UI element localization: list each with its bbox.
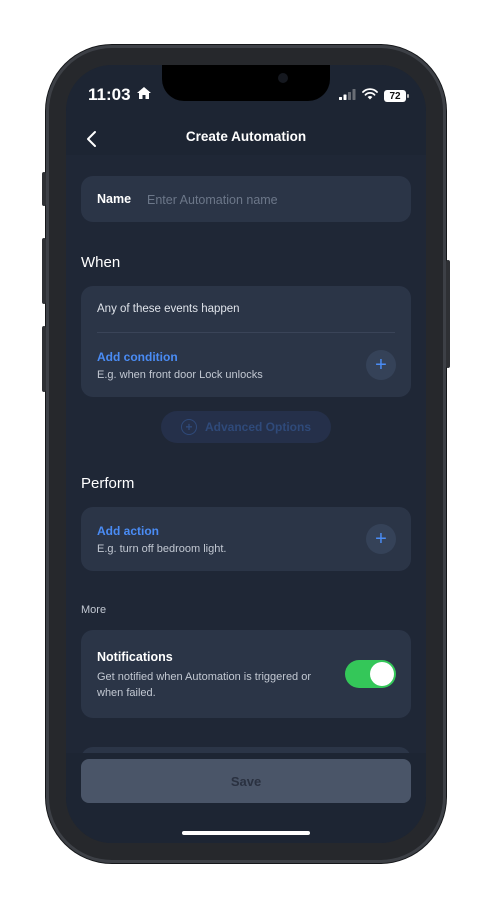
add-condition-link[interactable]: Add condition [97,350,178,364]
camera-icon [278,73,288,83]
notifications-card: Notifications Get notified when Automati… [81,630,411,718]
plus-circle-icon: + [180,419,197,435]
status-icons: 72 [339,87,409,105]
name-card: Name [81,176,411,222]
time-text: 11:03 [88,85,131,104]
action-hint: E.g. turn off bedroom light. [97,543,227,555]
notifications-description: Get notified when Automation is triggere… [97,671,312,699]
save-footer: Save [66,753,426,843]
divider [97,332,395,333]
perform-section-title: Perform [81,475,135,492]
add-condition-button[interactable]: + [366,350,396,380]
notifications-toggle[interactable] [345,660,396,688]
battery-icon: 72 [384,90,409,102]
automation-name-input[interactable] [145,188,399,212]
toggle-knob [370,662,394,686]
advanced-options-button[interactable]: + Advanced Options [161,411,331,443]
save-button[interactable]: Save [81,759,411,803]
volume-up-button [42,238,46,304]
main-content: Name When Any of these events happen Add… [66,155,426,843]
more-section-label: More [81,604,107,616]
phone-screen: 11:03 72 Create Automation Name Enter Au… [66,65,426,843]
signal-icon [339,87,356,105]
home-indicator [182,831,310,835]
perform-card: Add action E.g. turn off bedroom light. … [81,507,411,571]
silent-switch [42,172,46,206]
plus-icon: + [375,528,387,550]
page-title: Create Automation [185,129,307,144]
condition-hint: E.g. when front door Lock unlocks [97,369,263,381]
status-time: 11:03 [88,85,152,105]
events-mode-text[interactable]: Any of these events happen [97,303,240,315]
when-card: Any of these events happen Add condition… [81,286,411,397]
advanced-options-label: Advanced Options [204,420,311,434]
home-icon [136,85,152,105]
nav-bar: Create Automation [66,125,426,155]
notifications-title: Notifications [97,650,173,664]
volume-down-button [42,326,46,392]
status-bar: 11:03 72 [66,65,426,125]
when-section-title: When [81,254,121,271]
power-button [446,260,450,368]
name-label: Name [97,192,132,206]
wifi-icon [362,87,378,105]
notch [162,65,330,101]
plus-icon: + [375,354,387,376]
add-action-link[interactable]: Add action [97,524,159,538]
add-action-button[interactable]: + [366,524,396,554]
